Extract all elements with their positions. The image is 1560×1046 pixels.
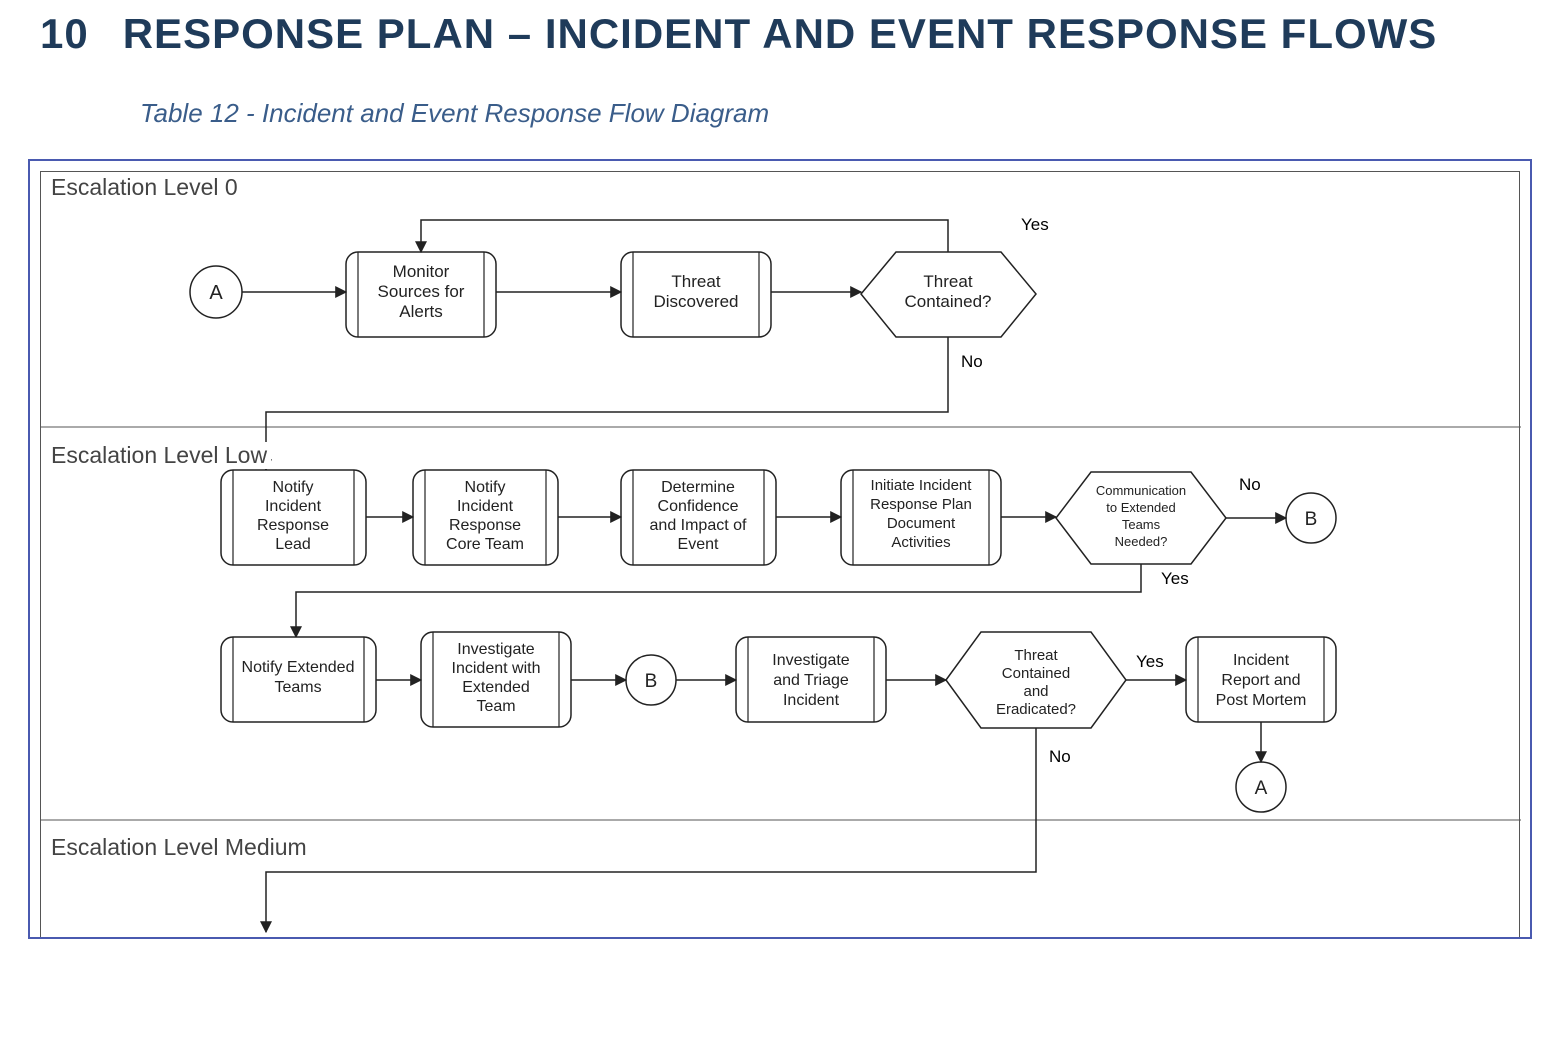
label-yes-1: Yes — [1021, 215, 1049, 234]
svg-text:B: B — [645, 671, 658, 692]
node-threat-discovered: Threat Discovered — [621, 252, 771, 337]
node-notify-extended: Notify Extended Teams — [221, 637, 376, 722]
svg-text:Communication: Communication — [1096, 483, 1186, 498]
flowchart-svg: A Monitor Sources for Alerts Threat — [41, 172, 1521, 939]
svg-text:to Extended: to Extended — [1106, 500, 1175, 515]
decision-threat-eradicated: Threat Contained and Eradicated? — [946, 632, 1126, 728]
connector-a: A — [190, 266, 242, 318]
node-initiate-plan: Initiate Incident Response Plan Document… — [841, 470, 1001, 565]
svg-text:Incident: Incident — [457, 498, 514, 515]
svg-text:Discovered: Discovered — [653, 292, 738, 311]
node-investigate-triage: Investigate and Triage Incident — [736, 637, 886, 722]
svg-text:Needed?: Needed? — [1115, 534, 1168, 549]
svg-text:Teams: Teams — [274, 679, 321, 696]
svg-text:Core Team: Core Team — [446, 536, 524, 553]
decision-comm-needed: Communication to Extended Teams Needed? — [1056, 472, 1226, 564]
svg-text:Threat: Threat — [671, 272, 720, 291]
lane-title-levellow: Escalation Level Low — [47, 442, 271, 469]
svg-text:Sources for: Sources for — [378, 282, 465, 301]
edge-contained-no — [266, 337, 948, 470]
page: 10 Response Plan – Incident and Event Re… — [0, 0, 1560, 1046]
svg-text:and Triage: and Triage — [773, 672, 849, 689]
decision-threat-contained: Threat Contained? — [861, 252, 1036, 337]
svg-text:Notify: Notify — [273, 479, 314, 496]
svg-text:Threat: Threat — [923, 272, 972, 291]
node-investigate-extended: Investigate Incident with Extended Team — [421, 632, 571, 727]
lane-title-level0: Escalation Level 0 — [47, 174, 242, 201]
svg-text:Response Plan: Response Plan — [870, 496, 972, 513]
svg-text:Extended: Extended — [462, 679, 530, 696]
label-no-2: No — [1239, 475, 1261, 494]
svg-text:Investigate: Investigate — [772, 652, 849, 669]
edge-comm-yes — [296, 564, 1141, 637]
svg-text:A: A — [1255, 778, 1268, 799]
node-monitor-sources: Monitor Sources for Alerts — [346, 252, 496, 337]
label-yes-2: Yes — [1161, 569, 1189, 588]
svg-text:Response: Response — [449, 517, 521, 534]
svg-text:Monitor: Monitor — [393, 262, 450, 281]
svg-text:Contained?: Contained? — [905, 292, 992, 311]
heading-row: 10 Response Plan – Incident and Event Re… — [40, 10, 1540, 58]
svg-text:Eradicated?: Eradicated? — [996, 701, 1076, 718]
svg-text:Notify Extended: Notify Extended — [242, 659, 355, 676]
edge-eradicated-no — [266, 728, 1036, 932]
connector-b2: B — [626, 655, 676, 705]
label-no-3: No — [1049, 747, 1071, 766]
svg-text:Investigate: Investigate — [457, 641, 534, 658]
node-notify-core: Notify Incident Response Core Team — [413, 470, 558, 565]
svg-text:Alerts: Alerts — [399, 302, 442, 321]
heading-number: 10 — [40, 10, 89, 58]
lane-title-levelmedium: Escalation Level Medium — [47, 834, 311, 861]
table-caption: Table 12 - Incident and Event Response F… — [140, 98, 1540, 129]
svg-text:and: and — [1023, 683, 1048, 700]
diagram-outer-border: Escalation Level 0 Escalation Level Low … — [28, 159, 1532, 939]
svg-text:Initiate Incident: Initiate Incident — [871, 477, 973, 494]
svg-text:Threat: Threat — [1014, 647, 1058, 664]
svg-text:Team: Team — [476, 698, 515, 715]
svg-text:Post Mortem: Post Mortem — [1216, 692, 1307, 709]
svg-text:Confidence: Confidence — [658, 498, 739, 515]
heading-title: Response Plan – Incident and Event Respo… — [123, 10, 1438, 58]
edge-contained-yes — [421, 220, 948, 252]
node-incident-report: Incident Report and Post Mortem — [1186, 637, 1336, 722]
svg-text:Activities: Activities — [891, 534, 950, 551]
svg-text:Document: Document — [887, 515, 956, 532]
node-determine-confidence: Determine Confidence and Impact of Event — [621, 470, 776, 565]
svg-text:Incident with: Incident with — [452, 660, 541, 677]
svg-text:Incident: Incident — [783, 692, 840, 709]
svg-text:Report and: Report and — [1221, 672, 1300, 689]
svg-text:Event: Event — [678, 536, 719, 553]
svg-text:Incident: Incident — [1233, 652, 1290, 669]
svg-text:Response: Response — [257, 517, 329, 534]
node-notify-lead: Notify Incident Response Lead — [221, 470, 366, 565]
svg-text:B: B — [1305, 509, 1318, 530]
svg-text:A: A — [209, 282, 223, 304]
svg-text:Determine: Determine — [661, 479, 735, 496]
connector-b1: B — [1286, 493, 1336, 543]
svg-text:Lead: Lead — [275, 536, 311, 553]
connector-a2: A — [1236, 762, 1286, 812]
svg-text:Teams: Teams — [1122, 517, 1161, 532]
diagram-inner-border: Escalation Level 0 Escalation Level Low … — [40, 171, 1520, 939]
svg-text:and Impact of: and Impact of — [650, 517, 748, 534]
svg-text:Notify: Notify — [465, 479, 506, 496]
label-yes-3: Yes — [1136, 652, 1164, 671]
svg-text:Incident: Incident — [265, 498, 322, 515]
label-no-1: No — [961, 352, 983, 371]
svg-text:Contained: Contained — [1002, 665, 1070, 682]
